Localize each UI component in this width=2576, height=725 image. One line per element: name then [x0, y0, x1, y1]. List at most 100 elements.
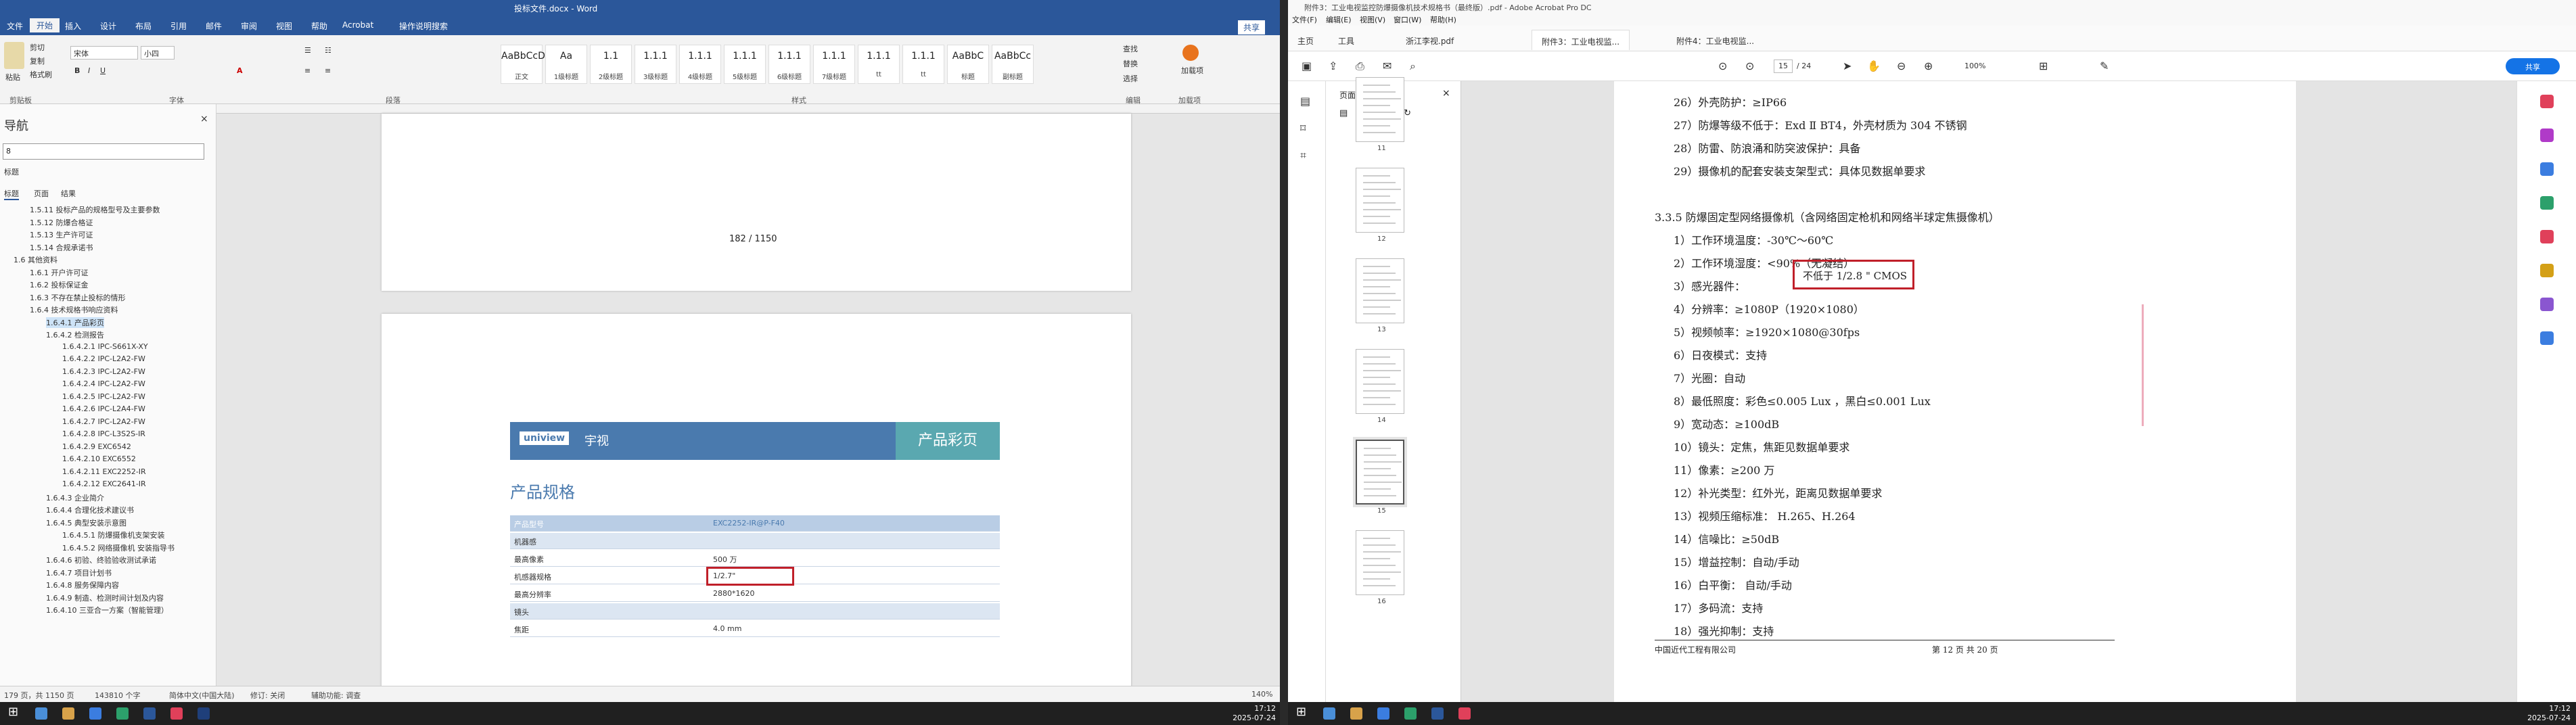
align-left-icon[interactable]: ≡ — [304, 66, 310, 75]
nav-heading-item[interactable]: 1.6.4 技术规格书响应资料 — [30, 304, 118, 315]
style-gallery-item[interactable]: 1.1.1 tt — [902, 45, 944, 84]
style-gallery-item[interactable]: 1.1.1 6级标题 — [768, 45, 810, 84]
share-button[interactable]: 共享 — [1238, 20, 1266, 34]
nav-heading-item[interactable]: 1.6.4.2.6 IPC-L2A4-FW — [62, 404, 145, 413]
nav-heading-item[interactable]: 1.6.4.1 产品彩页 — [46, 317, 104, 328]
bullets-icon[interactable]: ☰ — [304, 46, 311, 55]
nav-heading-item[interactable]: 1.5.11 投标产品的规格型号及主要参数 — [30, 204, 160, 215]
explorer-icon[interactable] — [62, 707, 74, 720]
nav-heading-item[interactable]: 1.6.4.2.9 EXC6542 — [62, 442, 131, 451]
mail-icon[interactable]: ✉ — [1383, 60, 1392, 72]
nav-heading-item[interactable]: 1.6.4.2.11 EXC2252-IR — [62, 467, 146, 476]
wechat-icon[interactable] — [1404, 707, 1417, 720]
nav-heading-item[interactable]: 1.6.2 投标保证金 — [30, 279, 89, 290]
share-button[interactable]: 共享 — [2506, 58, 2560, 74]
close-icon[interactable]: × — [1442, 88, 1450, 99]
page-thumbnail[interactable] — [1356, 349, 1404, 414]
select-tool-icon[interactable]: ➤ — [1843, 60, 1852, 72]
word-icon[interactable] — [143, 707, 156, 720]
nav-heading-item[interactable]: 1.6.4.5 典型安装示意图 — [46, 517, 127, 528]
nav-heading-item[interactable]: 1.6 其他资料 — [14, 254, 58, 265]
tab-mailings[interactable]: 邮件 — [206, 20, 222, 32]
nav-heading-item[interactable]: 1.6.4.2.3 IPC-L2A2-FW — [62, 367, 145, 376]
acrobat-icon[interactable] — [170, 707, 183, 720]
font-size-select[interactable]: 小四 — [141, 46, 175, 60]
menu-view[interactable]: 视图(V) — [1360, 14, 1385, 25]
cut-button[interactable]: 剪切 — [30, 42, 45, 53]
explorer-icon[interactable] — [1350, 707, 1362, 720]
paste-icon[interactable] — [4, 42, 24, 69]
nav-heading-item[interactable]: 1.6.4.2.2 IPC-L2A2-FW — [62, 354, 145, 363]
combine-icon[interactable] — [2540, 230, 2554, 243]
copy-button[interactable]: 复制 — [30, 55, 45, 66]
tab-tools[interactable]: 工具 — [1329, 30, 1364, 50]
tab-design[interactable]: 设计 — [100, 20, 116, 32]
menu-file[interactable]: 文件(F) — [1292, 14, 1317, 25]
nav-tab-results[interactable]: 结果 — [61, 188, 76, 199]
edge-icon[interactable] — [89, 707, 101, 720]
style-gallery-item[interactable]: 1.1.1 7级标题 — [813, 45, 855, 84]
edge-icon[interactable] — [1377, 707, 1389, 720]
style-gallery-item[interactable]: 1.1.1 4级标题 — [679, 45, 721, 84]
tab-insert[interactable]: 插入 — [65, 20, 81, 32]
nav-heading-item[interactable]: 1.6.4.2 检测报告 — [46, 329, 104, 340]
menu-help[interactable]: 帮助(H) — [1430, 14, 1456, 25]
save-icon[interactable]: ▣ — [1302, 60, 1312, 72]
nav-heading-item[interactable]: 1.6.4.9 制造、检测时间计划及内容 — [46, 592, 164, 603]
thumbnails-icon[interactable]: ▤ — [1300, 95, 1310, 108]
tab-acrobat[interactable]: Acrobat — [342, 20, 373, 30]
tab-references[interactable]: 引用 — [170, 20, 187, 32]
font-name-select[interactable]: 宋体 — [70, 46, 138, 60]
nav-heading-item[interactable]: 1.6.4.2.12 EXC2641-IR — [62, 480, 146, 488]
addin-button[interactable]: 加载项 — [1181, 65, 1203, 76]
nav-heading-item[interactable]: 1.5.13 生产许可证 — [30, 229, 93, 240]
tab-document-active[interactable]: 附件3：工业电视监... — [1532, 30, 1630, 50]
paste-button[interactable]: 粘贴 — [5, 72, 20, 83]
nav-heading-item[interactable]: 1.6.4.2.4 IPC-L2A2-FW — [62, 379, 145, 388]
bookmark-icon[interactable]: ⌑ — [1300, 122, 1306, 135]
center-icon[interactable]: ≡ — [325, 66, 331, 75]
style-gallery-item[interactable]: 1.1.1 3级标题 — [635, 45, 676, 84]
find-button[interactable]: 查找 — [1123, 43, 1138, 54]
italic-icon[interactable]: I — [88, 66, 90, 75]
bold-icon[interactable]: B — [74, 66, 80, 75]
font-color-icon[interactable]: A — [237, 66, 243, 75]
nav-heading-item[interactable]: 1.6.4.2.5 IPC-L2A2-FW — [62, 392, 145, 401]
hand-tool-icon[interactable]: ✋ — [1867, 60, 1881, 72]
photoshop-icon[interactable] — [198, 707, 210, 720]
zoom-in-icon[interactable]: ⊕ — [1924, 60, 1933, 72]
tab-review[interactable]: 审阅 — [241, 20, 257, 32]
page-number-input[interactable]: 15 — [1774, 60, 1793, 73]
page-thumbnail[interactable] — [1356, 530, 1404, 595]
style-gallery-item[interactable]: 1.1.1 tt — [858, 45, 900, 84]
nav-heading-item[interactable]: 1.6.4.2.1 IPC-S661X-XY — [62, 342, 148, 351]
page-thumbnail[interactable] — [1356, 258, 1404, 323]
nav-heading-item[interactable]: 1.5.12 防爆合格证 — [30, 217, 93, 228]
comment-icon[interactable]: ✎ — [2100, 60, 2109, 72]
export-pdf-icon[interactable] — [2540, 162, 2554, 176]
zoom-out-icon[interactable]: ⊖ — [1897, 60, 1906, 72]
attachment-icon[interactable]: ⌗ — [1300, 149, 1306, 162]
tab-layout[interactable]: 布局 — [135, 20, 152, 32]
tab-document[interactable]: 浙江李视.pdf — [1396, 30, 1463, 50]
nav-heading-item[interactable]: 1.5.14 合规承诺书 — [30, 242, 93, 253]
nav-heading-item[interactable]: 1.6.4.3 企业简介 — [46, 492, 104, 503]
upload-icon[interactable]: ⇪ — [1329, 60, 1337, 72]
comment-tool-icon[interactable] — [2540, 264, 2554, 277]
start-icon[interactable]: ⊞ — [8, 705, 20, 719]
prev-page-icon[interactable]: ⊙ — [1718, 60, 1727, 72]
tab-home[interactable]: 开始 — [30, 18, 60, 32]
rotate-right-icon[interactable]: ↻ — [1404, 108, 1411, 118]
page-thumbnail[interactable] — [1356, 168, 1404, 233]
page-thumbnail[interactable] — [1356, 77, 1404, 142]
wechat-icon[interactable] — [116, 707, 129, 720]
taskbar-clock-right[interactable]: 17:12 2025-07-24 — [2526, 704, 2571, 723]
menu-edit[interactable]: 编辑(E) — [1326, 14, 1352, 25]
addin-icon[interactable] — [1182, 45, 1199, 61]
page-thumbnail[interactable] — [1356, 440, 1404, 505]
style-gallery-item[interactable]: 1.1.1 5级标题 — [724, 45, 766, 84]
format-painter-button[interactable]: 格式刷 — [30, 69, 52, 80]
search-icon[interactable]: ⌕ — [1410, 60, 1416, 73]
create-pdf-icon[interactable] — [2540, 95, 2554, 108]
tab-document[interactable]: 附件4：工业电视监... — [1667, 30, 1764, 50]
